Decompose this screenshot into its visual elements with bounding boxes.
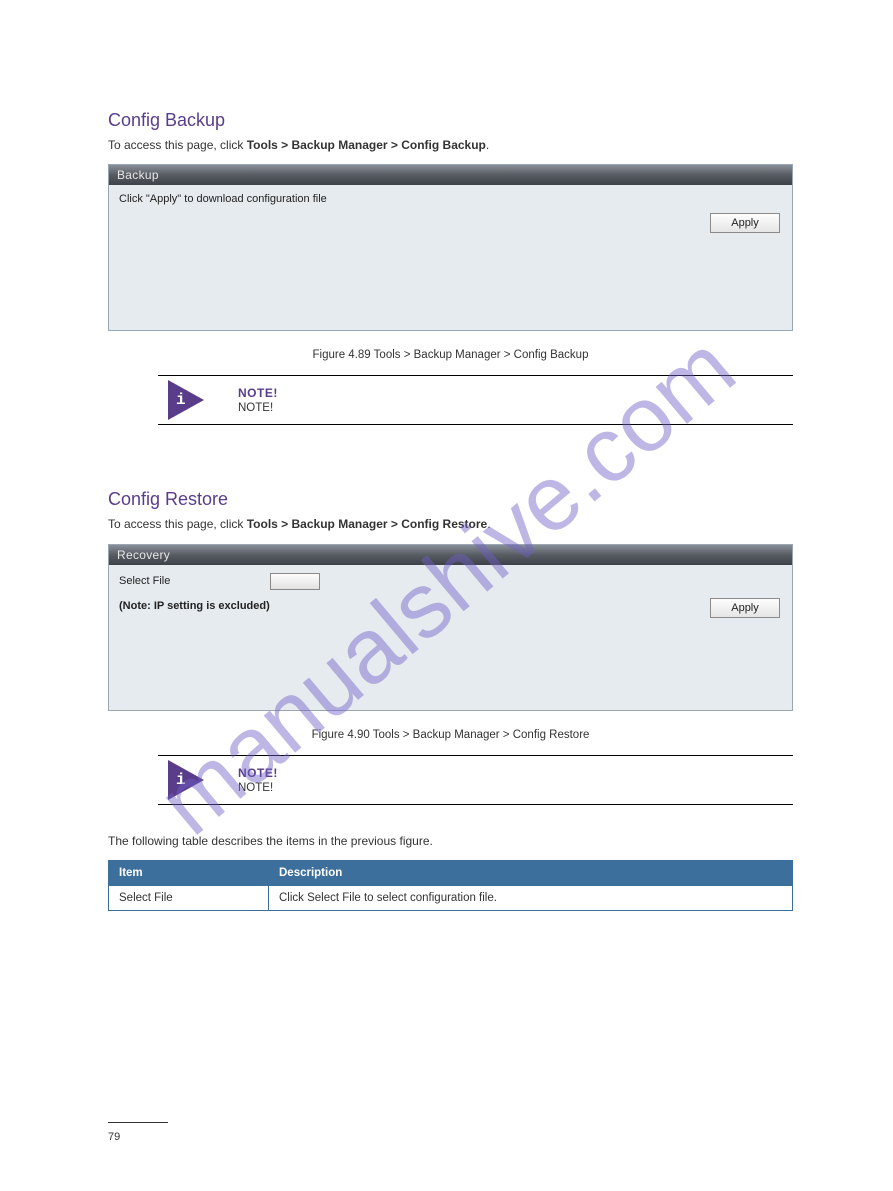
- note-title-restore: NOTE!: [238, 766, 793, 780]
- note-text-backup: NOTE!: [238, 402, 793, 414]
- select-file-button[interactable]: [270, 573, 320, 590]
- intro-b-b: Tools > Backup Manager > Config Restore: [247, 517, 488, 531]
- figure-caption-backup: Figure 4.89 Tools > Backup Manager > Con…: [108, 349, 793, 361]
- select-file-label: Select File: [119, 575, 170, 587]
- table-intro: The following table describes the items …: [108, 833, 793, 850]
- intro-a: To access this page, click: [108, 138, 247, 152]
- backup-panel: Backup Click "Apply" to download configu…: [108, 164, 793, 331]
- section-title-backup: Config Backup: [108, 110, 793, 131]
- backup-panel-header: Backup: [109, 165, 792, 185]
- intro-b-c: .: [487, 517, 490, 531]
- intro-b-a: To access this page, click: [108, 517, 247, 531]
- table-row: Select File Click Select File to select …: [109, 886, 793, 911]
- note-triangle-icon-b: [168, 760, 204, 800]
- page-content: Config Backup To access this page, click…: [0, 0, 893, 951]
- td-desc: Click Select File to select configuratio…: [269, 886, 793, 911]
- td-item: Select File: [109, 886, 269, 911]
- recovery-note: (Note: IP setting is excluded): [119, 600, 782, 612]
- page-number: 79: [108, 1131, 120, 1143]
- note-i-glyph-b: i: [176, 771, 186, 789]
- note-title-backup: NOTE!: [238, 386, 793, 400]
- apply-button-recovery[interactable]: Apply: [710, 598, 780, 618]
- recovery-panel-body: Select File (Note: IP setting is exclude…: [109, 565, 792, 710]
- recovery-panel-header: Recovery: [109, 545, 792, 565]
- backup-desc: Click "Apply" to download configuration …: [119, 193, 782, 205]
- figure-caption-recovery: Figure 4.90 Tools > Backup Manager > Con…: [108, 729, 793, 741]
- apply-button-backup[interactable]: Apply: [710, 213, 780, 233]
- footer-line: [108, 1122, 168, 1123]
- note-block-restore: i NOTE! NOTE!: [158, 755, 793, 805]
- table-header-row: Item Description: [109, 861, 793, 886]
- th-desc: Description: [269, 861, 793, 886]
- recovery-panel: Recovery Select File (Note: IP setting i…: [108, 544, 793, 711]
- description-table: Item Description Select File Click Selec…: [108, 860, 793, 911]
- apply-wrap-recovery: Apply: [710, 598, 780, 618]
- intro-c: .: [486, 138, 489, 152]
- note-i-glyph: i: [176, 391, 186, 409]
- spacer: [108, 453, 793, 479]
- note-block-backup: i NOTE! NOTE!: [158, 375, 793, 425]
- intro-text-restore: To access this page, click Tools > Backu…: [108, 516, 793, 533]
- th-item: Item: [109, 861, 269, 886]
- note-triangle-icon: [168, 380, 204, 420]
- intro-text-backup: To access this page, click Tools > Backu…: [108, 137, 793, 154]
- section-title-restore: Config Restore: [108, 489, 793, 510]
- select-file-row: Select File: [119, 573, 782, 590]
- intro-b: Tools > Backup Manager > Config Backup: [247, 138, 486, 152]
- note-text-restore: NOTE!: [238, 782, 793, 794]
- apply-wrap-backup: Apply: [710, 213, 780, 233]
- backup-panel-body: Click "Apply" to download configuration …: [109, 185, 792, 330]
